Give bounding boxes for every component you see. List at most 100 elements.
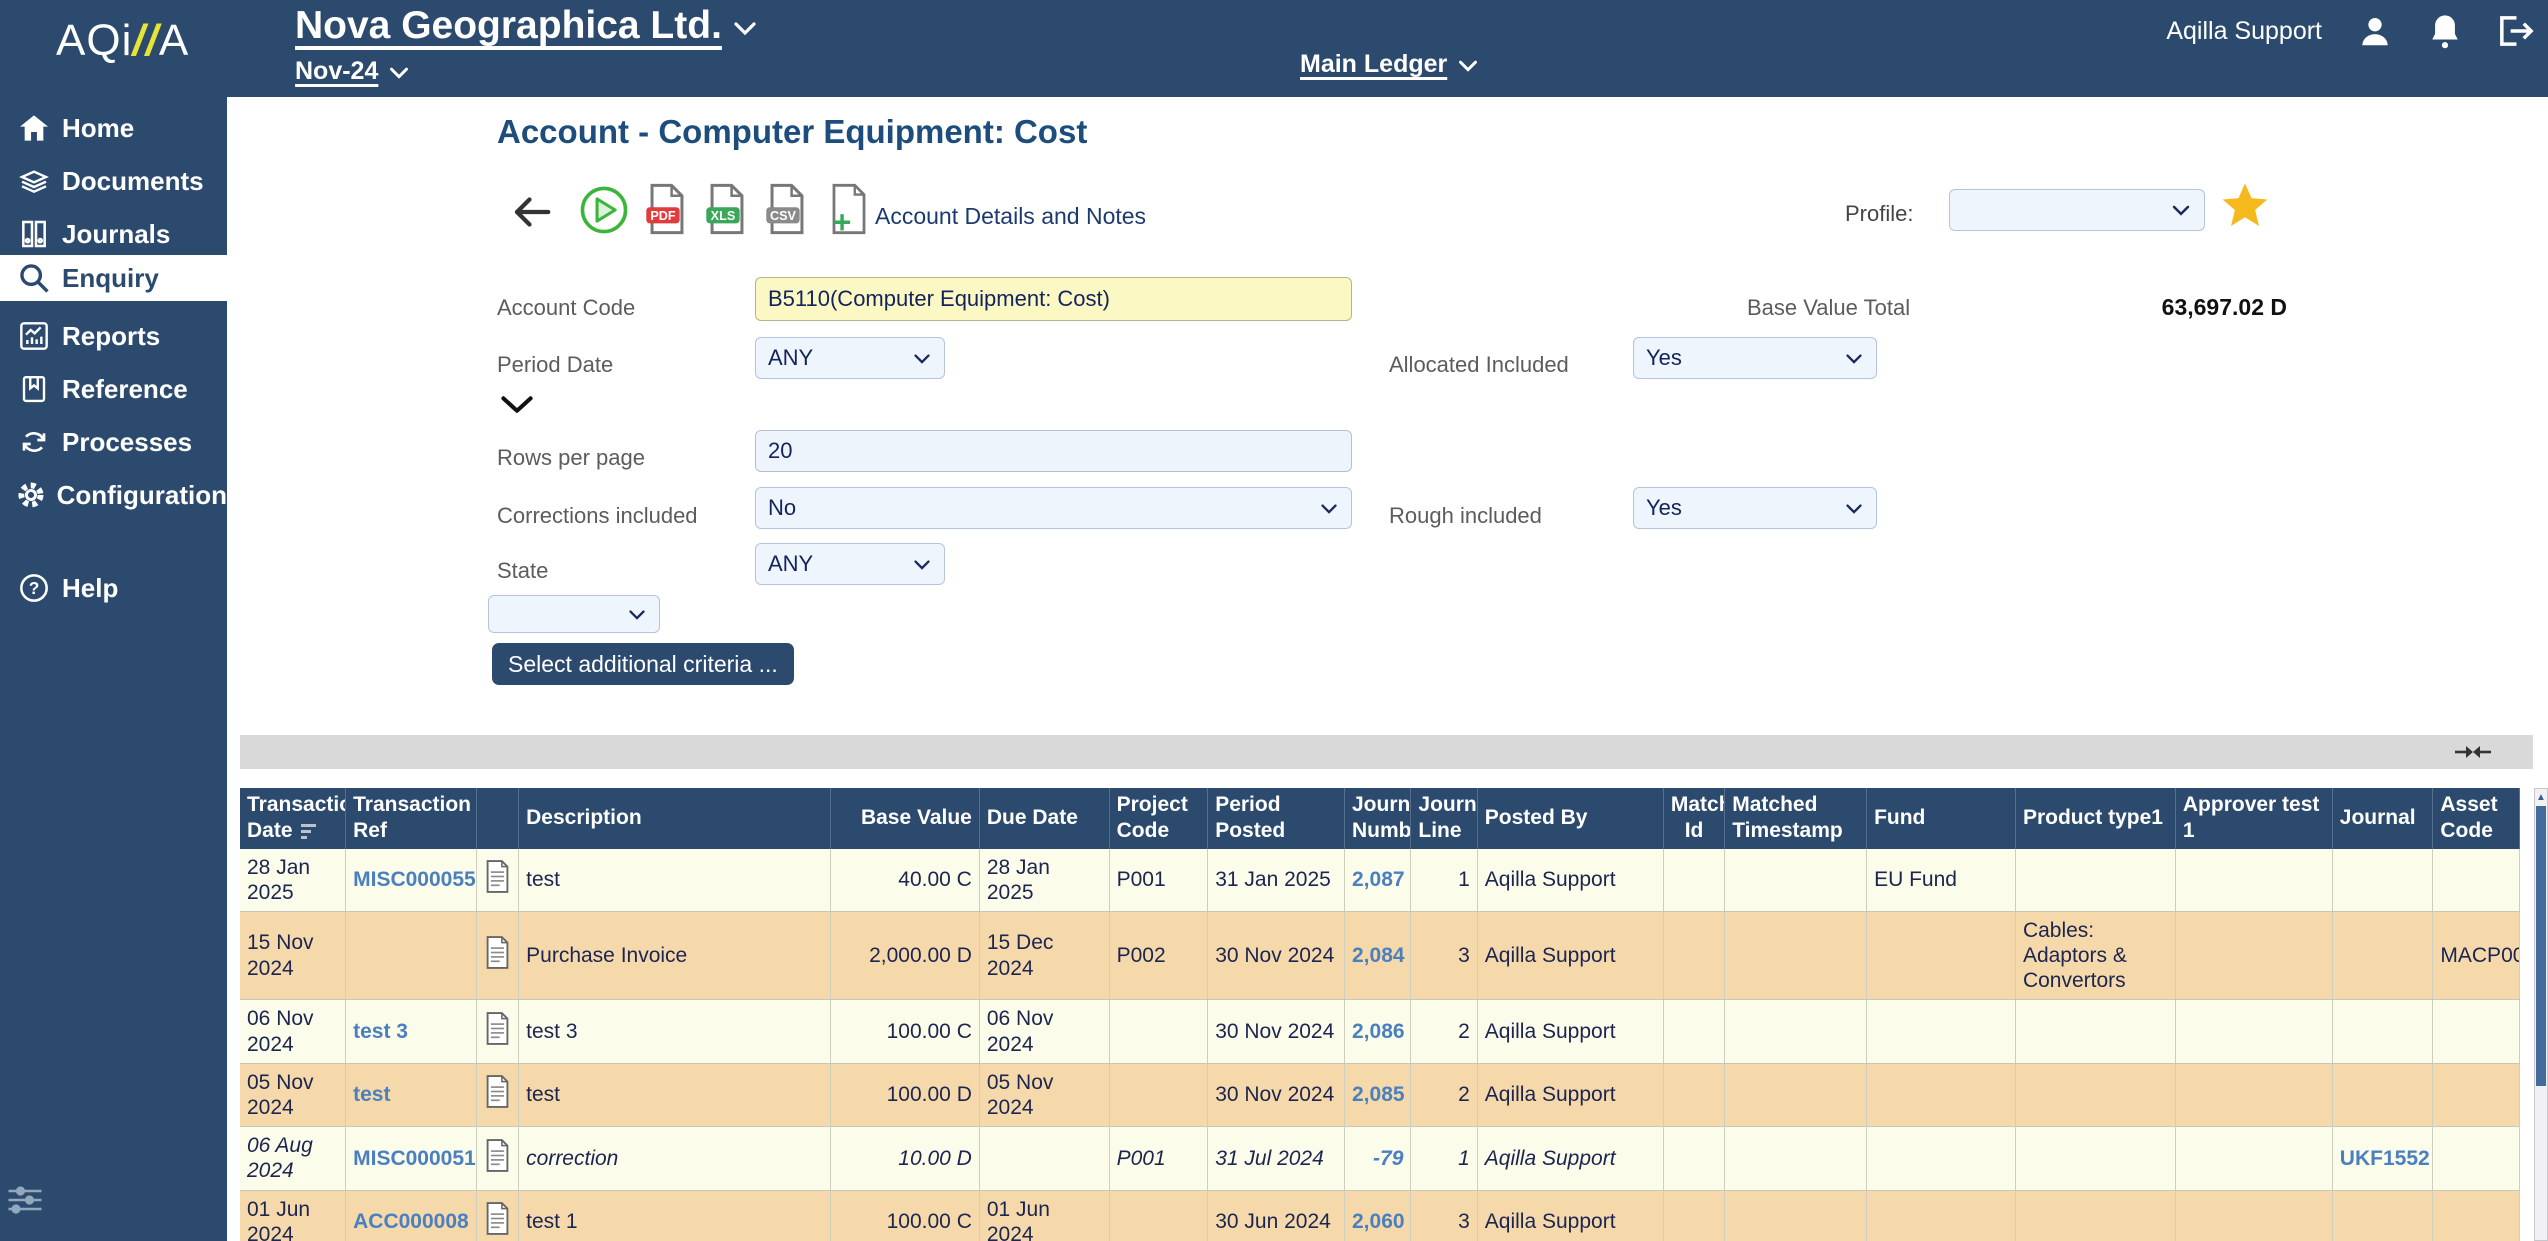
column-header-ref[interactable]: Transaction Ref: [346, 788, 477, 849]
cell-description: test 3: [519, 1000, 831, 1063]
sidebar-item-home[interactable]: Home: [0, 105, 227, 151]
sliders-icon[interactable]: [6, 1185, 44, 1220]
collapse-columns-icon[interactable]: [2453, 740, 2493, 769]
rough-included-select[interactable]: Yes: [1633, 487, 1877, 529]
extra-criteria-select[interactable]: [488, 595, 660, 633]
sidebar-item-enquiry[interactable]: Enquiry: [0, 255, 227, 301]
csv-export-icon[interactable]: CSV: [764, 183, 810, 240]
transactions-table: Transaction DateTransaction Ref Descripti…: [240, 788, 2520, 1241]
column-header-date[interactable]: Transaction Date: [240, 788, 346, 849]
cell-period_posted: 31 Jan 2025: [1208, 849, 1345, 912]
scrollbar-thumb[interactable]: [2536, 806, 2546, 1086]
logout-icon[interactable]: [2496, 13, 2534, 49]
ref-link[interactable]: MISC000051: [353, 1147, 476, 1170]
sidebar-item-documents[interactable]: Documents: [0, 158, 227, 204]
column-header-posted_by[interactable]: Posted By: [1477, 788, 1663, 849]
column-header-due_date[interactable]: Due Date: [979, 788, 1109, 849]
column-header-description[interactable]: Description: [519, 788, 831, 849]
column-header-journal[interactable]: Journal: [2332, 788, 2433, 849]
sidebar-item-journals[interactable]: Journals: [0, 211, 227, 257]
ref-link[interactable]: test 3: [353, 1020, 408, 1043]
column-header-fund[interactable]: Fund: [1867, 788, 2016, 849]
processes-icon: [14, 426, 54, 458]
sidebar-item-reference[interactable]: Reference: [0, 366, 227, 412]
column-header-approver_test1[interactable]: Approver test 1: [2175, 788, 2332, 849]
star-icon[interactable]: [2219, 179, 2271, 236]
journal_number-link[interactable]: 2,060: [1352, 1210, 1405, 1233]
sidebar-item-help[interactable]: ? Help: [0, 565, 227, 611]
table-row: 01 Jun 2024ACC000008test 1100.00 C01 Jun…: [240, 1190, 2520, 1241]
profile-select[interactable]: [1949, 189, 2205, 231]
ledger-selector[interactable]: Main Ledger: [1300, 50, 1479, 79]
run-icon[interactable]: [579, 185, 629, 240]
sidebar-item-reports[interactable]: Reports: [0, 313, 227, 359]
cell-journal_line: 3: [1411, 911, 1477, 1000]
period-selector[interactable]: Nov-24: [295, 57, 410, 86]
scroll-up-icon[interactable]: ▲: [2535, 789, 2547, 805]
column-header-doc[interactable]: [476, 788, 518, 849]
help-icon: ?: [14, 572, 54, 604]
sidebar-item-processes[interactable]: Processes: [0, 419, 227, 465]
cell-matched_timestamp: [1725, 849, 1867, 912]
aqilla-logo[interactable]: AQi//A: [56, 16, 189, 66]
document-icon[interactable]: [476, 849, 518, 912]
user-icon[interactable]: [2356, 12, 2394, 50]
add-document-icon[interactable]: [827, 183, 871, 240]
column-header-journal_line[interactable]: Journal Line: [1411, 788, 1477, 849]
cell-asset_code: [2433, 1190, 2520, 1241]
account-details-link[interactable]: Account Details and Notes: [875, 203, 1146, 230]
journal_number-link[interactable]: 2,085: [1352, 1083, 1405, 1106]
column-header-base_value[interactable]: Base Value: [830, 788, 979, 849]
column-header-project_code[interactable]: Project Code: [1109, 788, 1208, 849]
document-icon[interactable]: [476, 1063, 518, 1126]
column-header-match_id[interactable]: Match Id: [1663, 788, 1724, 849]
period-date-value: ANY: [768, 345, 813, 371]
journal_number-link[interactable]: 2,087: [1352, 868, 1405, 891]
journal_number-link[interactable]: 2,086: [1352, 1020, 1405, 1043]
ref-link[interactable]: ACC000008: [353, 1210, 469, 1233]
top-header: AQi//A Nova Geographica Ltd. Nov-24 Main…: [0, 0, 2548, 97]
chevron-down-icon: [627, 608, 647, 621]
column-header-journal_number[interactable]: Journal Number: [1345, 788, 1411, 849]
period-date-select[interactable]: ANY: [755, 337, 945, 379]
bell-icon[interactable]: [2428, 12, 2462, 50]
cell-match_id: [1663, 1190, 1724, 1241]
back-arrow-icon[interactable]: [512, 195, 552, 234]
document-icon[interactable]: [476, 1127, 518, 1190]
cell-fund: [1867, 911, 2016, 1000]
ref-link[interactable]: test: [353, 1083, 390, 1106]
period-date-label: Period Date: [497, 352, 613, 378]
xls-export-icon[interactable]: XLS: [704, 183, 750, 240]
table-scrollbar[interactable]: ▲: [2534, 788, 2548, 1241]
expand-criteria-icon[interactable]: [500, 393, 534, 420]
pdf-export-icon[interactable]: PDF: [644, 183, 690, 240]
column-header-period_posted[interactable]: Period Posted: [1208, 788, 1345, 849]
document-icon[interactable]: [476, 1190, 518, 1241]
allocated-included-select[interactable]: Yes: [1633, 337, 1877, 379]
document-icon[interactable]: [476, 911, 518, 1000]
document-icon[interactable]: [476, 1000, 518, 1063]
cell-posted_by: Aqilla Support: [1477, 1127, 1663, 1190]
cell-project_code: [1109, 1190, 1208, 1241]
select-additional-criteria-button[interactable]: Select additional criteria ...: [492, 643, 794, 685]
account-code-input[interactable]: [755, 277, 1352, 321]
corrections-included-select[interactable]: No: [755, 487, 1352, 529]
svg-text:?: ?: [29, 578, 40, 598]
journal_number-link[interactable]: 2,084: [1352, 944, 1405, 967]
sidebar-item-configuration[interactable]: Configuration: [0, 472, 227, 518]
cell-posted_by: Aqilla Support: [1477, 911, 1663, 1000]
cell-ref: ACC000008: [346, 1190, 477, 1241]
cell-ref: test 3: [346, 1000, 477, 1063]
column-header-matched_timestamp[interactable]: Matched Timestamp: [1725, 788, 1867, 849]
rows-per-page-input[interactable]: [755, 430, 1352, 472]
cell-date: 06 Aug 2024: [240, 1127, 346, 1190]
state-select[interactable]: ANY: [755, 543, 945, 585]
cell-ref: MISC000055: [346, 849, 477, 912]
column-header-product_type1[interactable]: Product type1: [2015, 788, 2175, 849]
state-label: State: [497, 558, 548, 584]
company-selector[interactable]: Nova Geographica Ltd.: [295, 4, 758, 48]
ref-link[interactable]: MISC000055: [353, 868, 476, 891]
journal_number-link[interactable]: -79: [1373, 1147, 1403, 1170]
journal-link[interactable]: UKF1552: [2340, 1147, 2430, 1170]
column-header-asset_code[interactable]: Asset Code: [2433, 788, 2520, 849]
